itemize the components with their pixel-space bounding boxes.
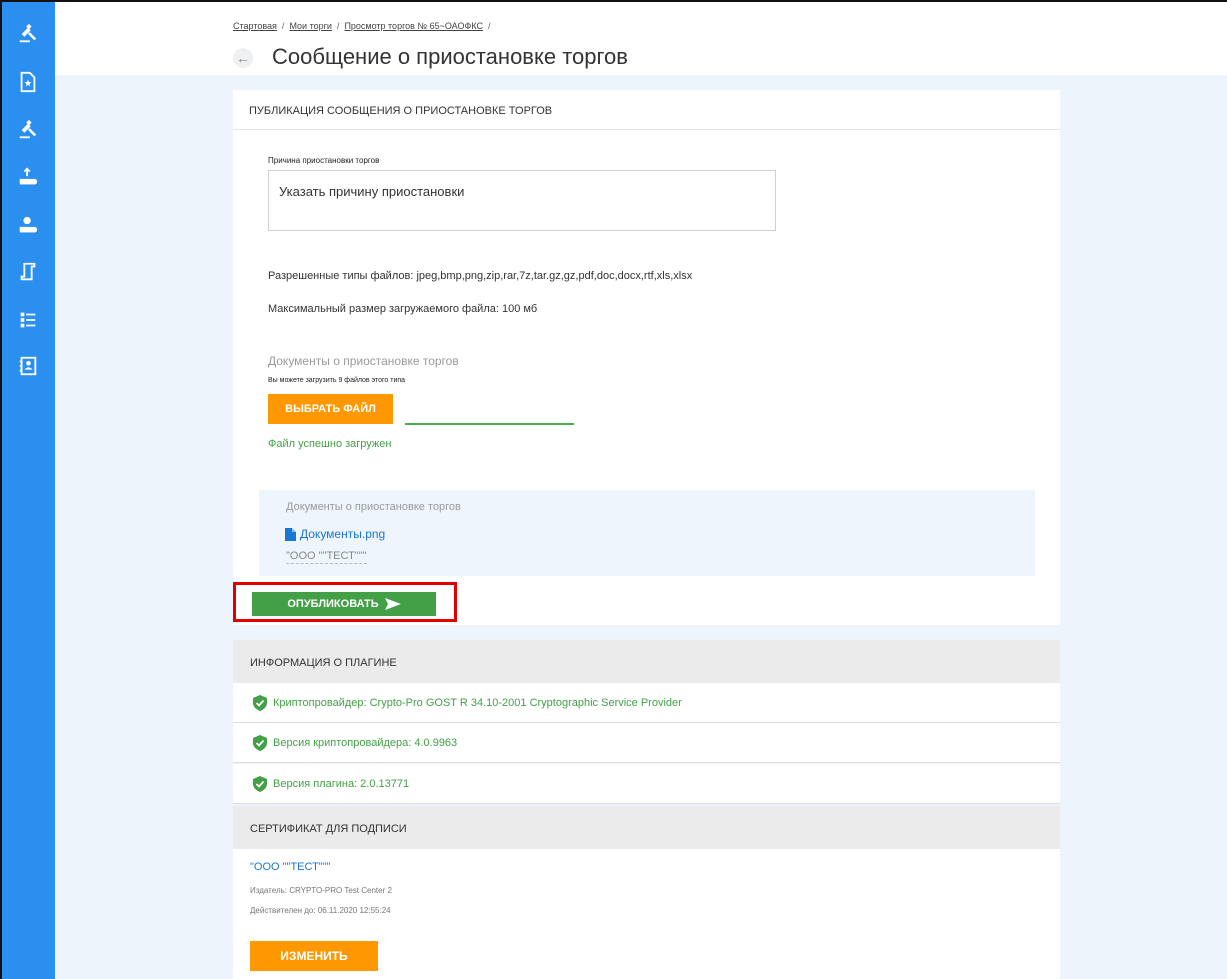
publication-card: ПУБЛИКАЦИЯ СООБЩЕНИЯ О ПРИОСТАНОВКЕ ТОРГ… <box>233 90 1060 625</box>
uploaded-docs-panel: Документы о приостановке торгов Документ… <box>259 490 1035 576</box>
breadcrumb: Стартовая / Мои торги / Просмотр торгов № 65… <box>233 21 491 31</box>
upload-success-text: Файл успешно загружен <box>268 438 392 450</box>
plugin-info-title: ИНФОРМАЦИЯ О ПЛАГИНЕ <box>250 657 397 669</box>
reason-input[interactable] <box>268 170 776 231</box>
docs-hint: Вы можете загрузить 9 файлов этого типа <box>268 377 406 384</box>
list-icon[interactable] <box>16 308 40 332</box>
plugin-row-provider-version: Версия криптопровайдера: 4.0.9963 <box>233 723 1060 763</box>
uploaded-file-owner: "ООО ""ТЕСТ""" <box>286 550 367 564</box>
page-title: Сообщение о приостановке торгов <box>272 44 628 69</box>
sidebar <box>2 2 55 979</box>
docs-label: Документы о приостановке торгов <box>268 354 459 368</box>
file-progress-bar <box>405 423 574 425</box>
shield-check-icon <box>253 735 267 751</box>
file-icon <box>285 527 296 541</box>
change-certificate-button[interactable]: ИЗМЕНИТЬ <box>250 941 378 971</box>
gavel-icon[interactable] <box>16 118 40 142</box>
plugin-row-plugin-version: Версия плагина: 2.0.13771 <box>233 764 1060 804</box>
certificate-card: "ООО ""ТЕСТ""" Издатель: CRYPTO-PRO Test… <box>233 849 1060 979</box>
certificate-header: СЕРТИФИКАТ ДЛЯ ПОДПИСИ <box>233 806 1060 849</box>
choose-file-button[interactable]: ВЫБРАТЬ ФАЙЛ <box>268 394 393 424</box>
max-size-text: Максимальный размер загружаемого файла: … <box>268 303 538 315</box>
publish-highlight: ОПУБЛИКОВАТЬ <box>233 582 457 622</box>
certificate-name[interactable]: "ООО ""ТЕСТ""" <box>250 861 331 873</box>
back-arrow-icon[interactable]: ← <box>233 48 253 68</box>
publish-button[interactable]: ОПУБЛИКОВАТЬ <box>252 592 436 616</box>
publish-label: ОПУБЛИКОВАТЬ <box>287 598 379 610</box>
scroll-icon[interactable] <box>16 260 40 284</box>
publication-header: ПУБЛИКАЦИЯ СООБЩЕНИЯ О ПРИОСТАНОВКЕ ТОРГ… <box>233 90 1060 130</box>
uploaded-file-link[interactable]: Документы.png <box>285 527 385 541</box>
lot-upload-icon[interactable] <box>16 166 40 190</box>
document-icon[interactable] <box>16 70 40 94</box>
contacts-icon[interactable] <box>16 354 40 378</box>
plugin-row-provider: Криптопровайдер: Crypto-Pro GOST R 34.10… <box>233 683 1060 723</box>
breadcrumb-trade-link[interactable]: Просмотр торгов № 65~ОАОФКС <box>344 21 483 31</box>
shield-check-icon <box>253 776 267 792</box>
publication-header-title: ПУБЛИКАЦИЯ СООБЩЕНИЯ О ПРИОСТАНОВКЕ ТОРГ… <box>249 105 553 117</box>
allowed-types-text: Разрешенные типы файлов: jpeg,bmp,png,zi… <box>268 270 693 282</box>
certificate-title: СЕРТИФИКАТ ДЛЯ ПОДПИСИ <box>250 823 407 835</box>
shield-check-icon <box>253 695 267 711</box>
breadcrumb-home-link[interactable]: Стартовая <box>233 21 277 31</box>
lot-download-icon[interactable] <box>16 214 40 238</box>
breadcrumb-my-trades-link[interactable]: Мои торги <box>289 21 331 31</box>
top-bar <box>55 2 1227 75</box>
plugin-version-text: Версия плагина: 2.0.13771 <box>273 778 410 790</box>
uploaded-file-name: Документы.png <box>300 527 386 541</box>
reason-label: Причина приостановки торгов <box>268 156 380 165</box>
certificate-issuer: Издатель: CRYPTO-PRO Test Center 2 <box>250 886 392 895</box>
gavel-icon[interactable] <box>16 22 40 46</box>
certificate-valid-until: Действителен до: 06.11.2020 12:55:24 <box>250 906 391 915</box>
send-icon <box>384 598 401 610</box>
plugin-provider-version-text: Версия криптопровайдера: 4.0.9963 <box>273 737 458 749</box>
plugin-provider-text: Криптопровайдер: Crypto-Pro GOST R 34.10… <box>273 697 682 709</box>
uploaded-docs-title: Документы о приостановке торгов <box>286 501 461 513</box>
plugin-info-header: ИНФОРМАЦИЯ О ПЛАГИНЕ <box>233 640 1060 683</box>
